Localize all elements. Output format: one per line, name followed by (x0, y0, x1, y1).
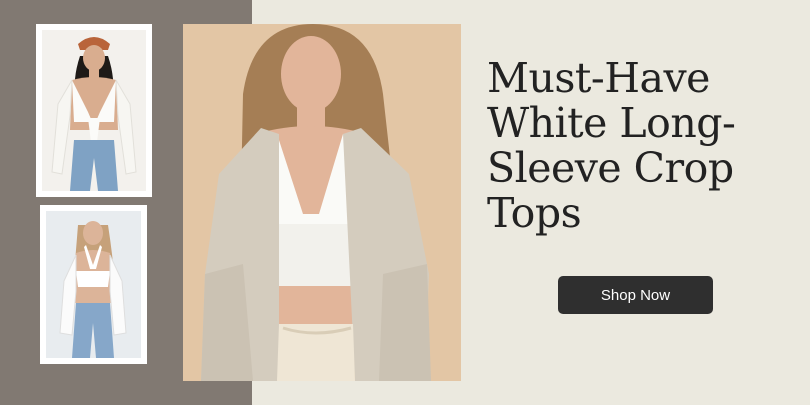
product-thumbnail-1[interactable] (36, 24, 152, 197)
hero-image[interactable] (183, 24, 461, 381)
headline-line-2: White Long- (487, 99, 736, 147)
headline-line-1: Must-Have (487, 54, 710, 102)
model-photo-halter-crop-top (46, 211, 141, 358)
headline-line-3: Sleeve Crop (487, 144, 734, 192)
hero-model-photo-cardigan-crop-top (183, 24, 461, 381)
banner-headline: Must-Have White Long- Sleeve Crop Tops (487, 56, 787, 236)
product-thumbnail-2[interactable] (40, 205, 147, 364)
model-photo-tie-front-crop-top (42, 30, 146, 191)
headline-line-4: Tops (487, 189, 582, 237)
shop-now-button[interactable]: Shop Now (558, 276, 713, 314)
